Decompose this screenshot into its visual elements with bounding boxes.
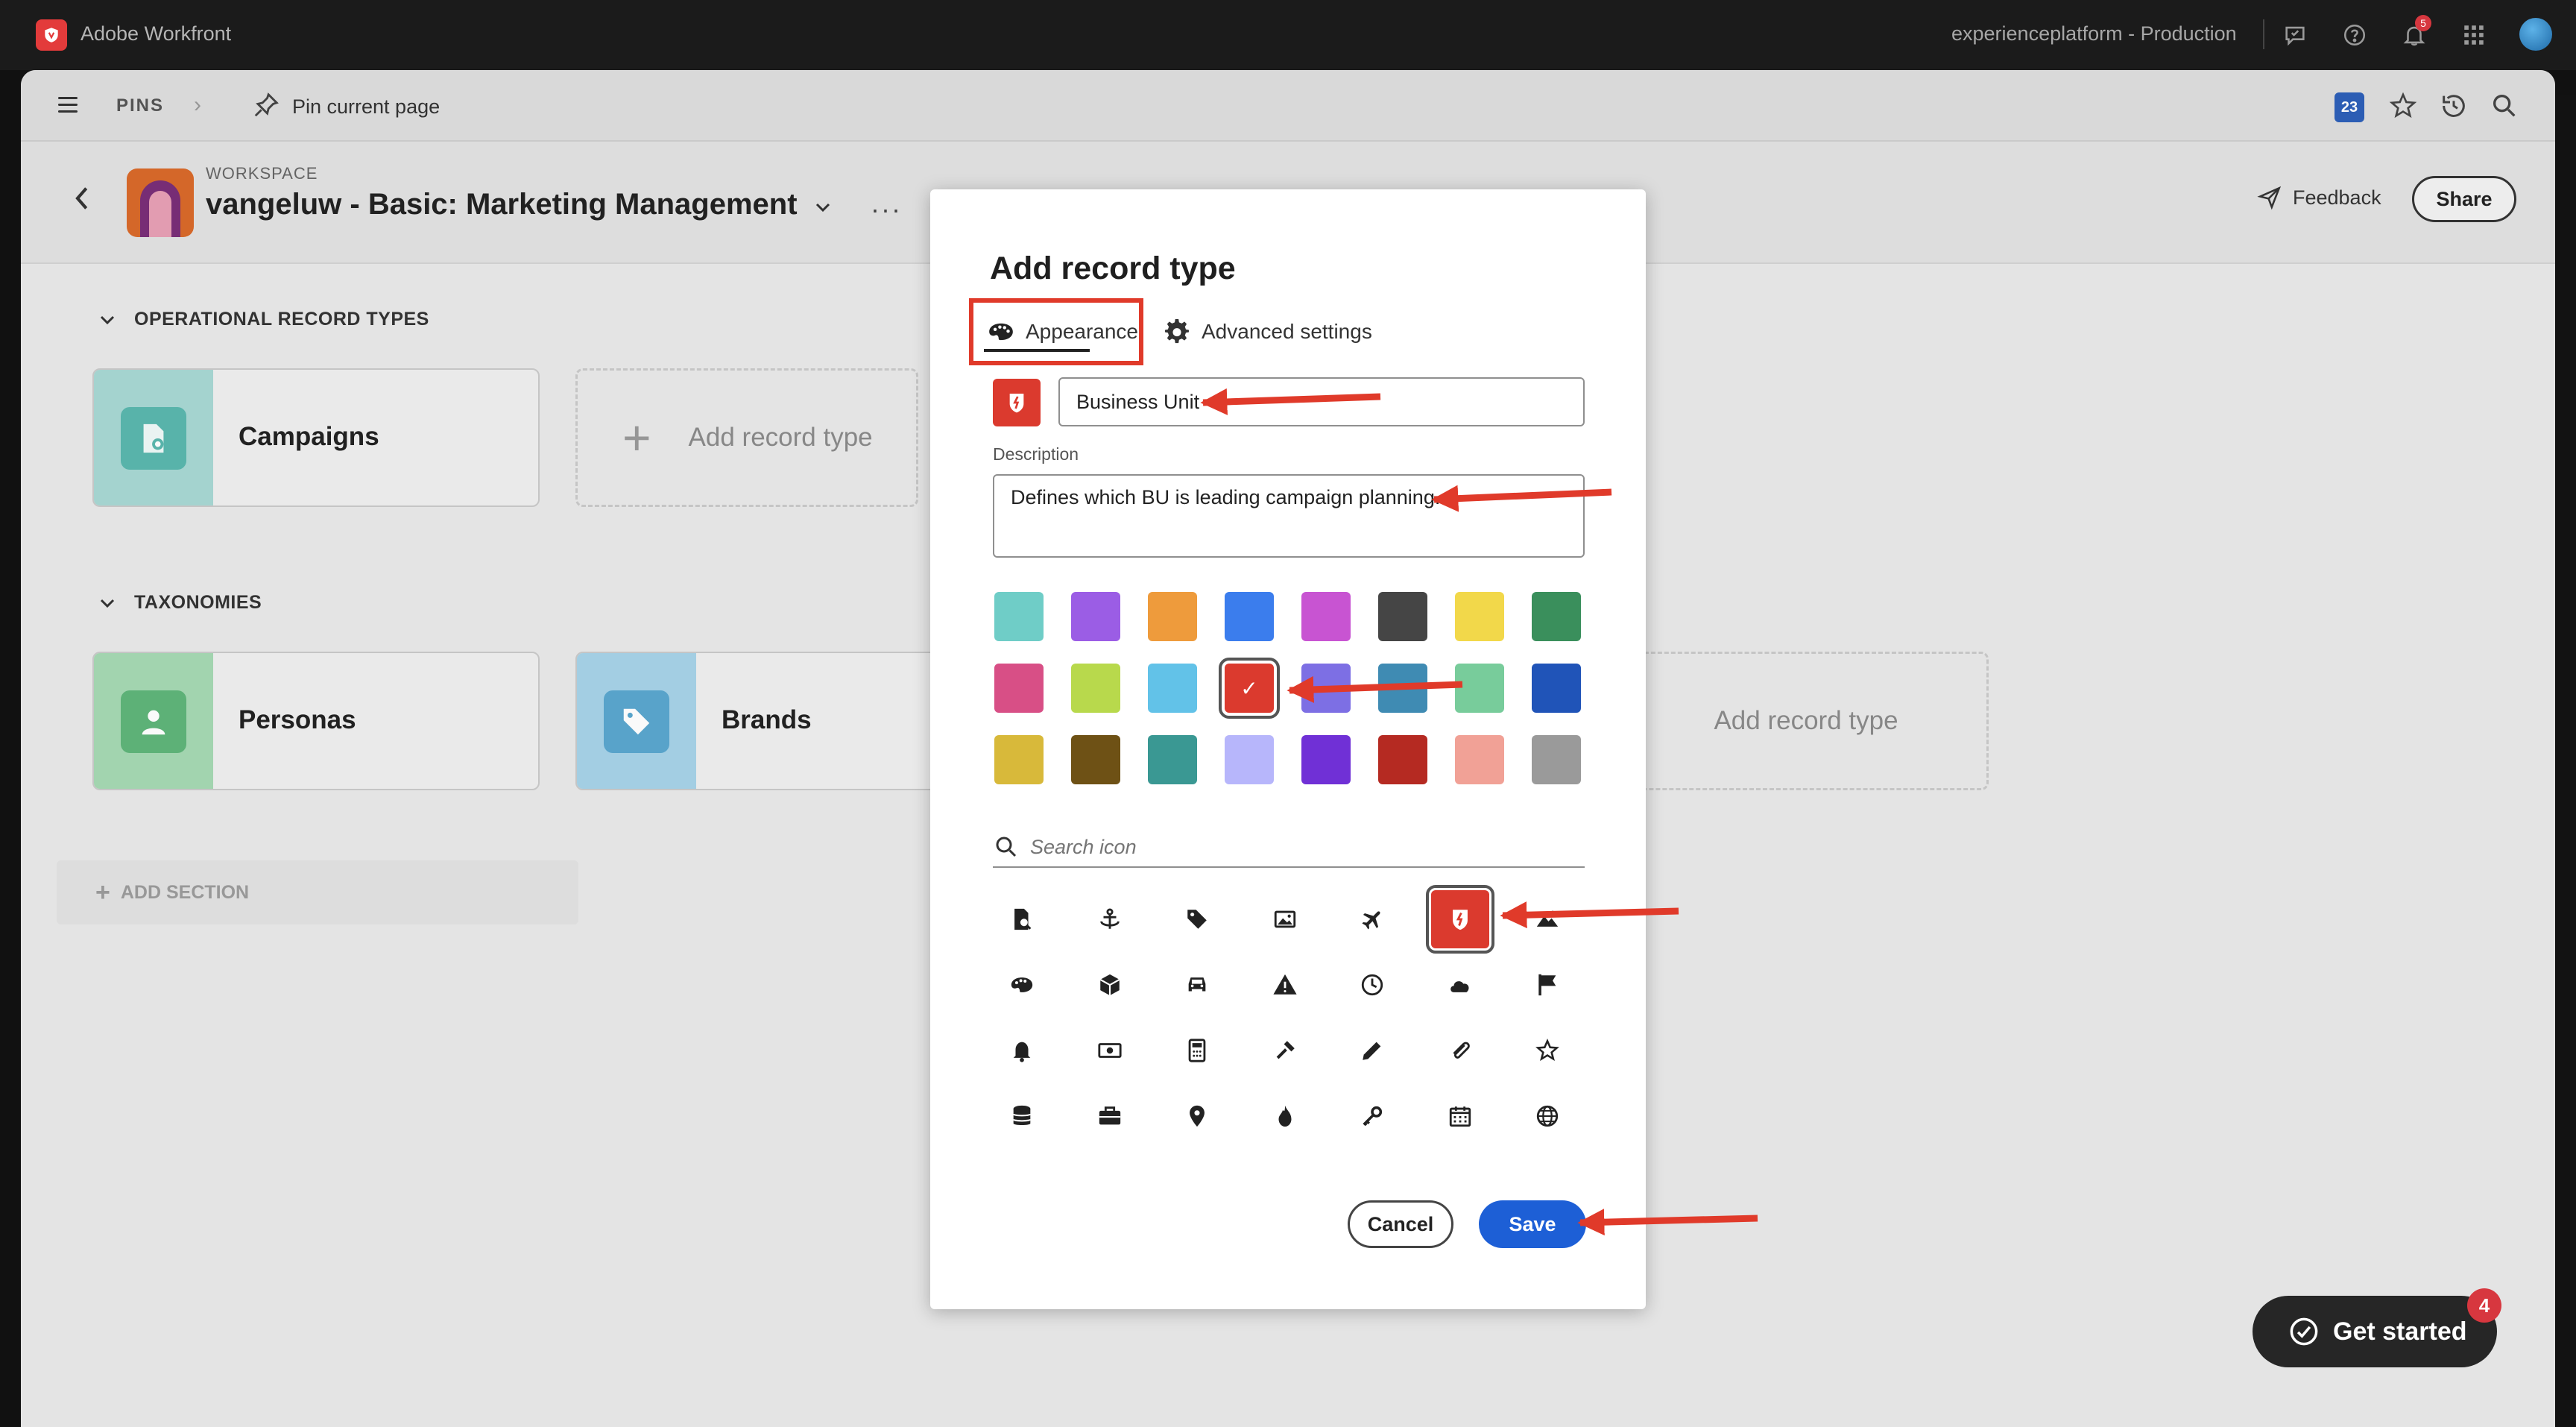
color-swatch[interactable] [1148, 592, 1197, 641]
box-icon[interactable] [1081, 956, 1139, 1014]
color-swatch[interactable] [994, 735, 1044, 784]
landscape-icon[interactable] [1518, 890, 1576, 948]
color-swatch[interactable] [1532, 735, 1581, 784]
color-swatch[interactable] [1455, 592, 1504, 641]
color-swatch[interactable] [1532, 592, 1581, 641]
help-icon[interactable] [2337, 18, 2372, 52]
warning-icon[interactable] [1256, 956, 1314, 1014]
color-swatch[interactable] [1225, 592, 1274, 641]
search-icon [996, 837, 1017, 857]
bell-icon[interactable] [993, 1021, 1051, 1080]
calendar-icon[interactable] [1431, 1087, 1489, 1145]
color-swatch[interactable] [1148, 735, 1197, 784]
location-pin-icon[interactable] [1168, 1087, 1226, 1145]
database-icon[interactable] [993, 1087, 1051, 1145]
shield-icon[interactable] [1425, 885, 1494, 954]
flag-icon[interactable] [1518, 956, 1576, 1014]
palette-icon[interactable] [993, 956, 1051, 1014]
color-swatch[interactable] [1455, 664, 1504, 713]
gear-icon [1164, 319, 1189, 344]
cloud-icon[interactable] [1431, 956, 1489, 1014]
color-swatch[interactable] [1225, 735, 1274, 784]
paperclip-icon[interactable] [1431, 1021, 1489, 1080]
get-started-label: Get started [2333, 1317, 2467, 1346]
selected-icon-preview[interactable] [993, 379, 1041, 426]
description-textarea[interactable]: Defines which BU is leading campaign pla… [993, 474, 1585, 558]
color-swatch[interactable] [1148, 664, 1197, 713]
color-swatch[interactable] [1532, 664, 1581, 713]
star-icon[interactable] [1518, 1021, 1576, 1080]
key-icon[interactable] [1343, 1087, 1401, 1145]
color-swatch[interactable] [1301, 664, 1351, 713]
color-swatch[interactable] [1071, 592, 1120, 641]
divider [2263, 19, 2264, 49]
image-icon[interactable] [1256, 890, 1314, 948]
add-record-type-dialog: Add record type Appearance Advanced sett… [930, 189, 1646, 1309]
tab-label: Advanced settings [1202, 320, 1372, 343]
anchor-icon[interactable] [1081, 890, 1139, 948]
money-icon[interactable] [1081, 1021, 1139, 1080]
get-started-button[interactable]: Get started [2253, 1296, 2497, 1367]
color-swatch[interactable] [1071, 735, 1120, 784]
app-name: Adobe Workfront [80, 22, 232, 45]
record-type-name-input[interactable] [1058, 377, 1585, 426]
color-swatch[interactable] [994, 592, 1044, 641]
checkmark-icon: ✓ [1240, 676, 1258, 700]
color-swatch[interactable] [1378, 592, 1427, 641]
workfront-logo-icon[interactable] [36, 19, 67, 51]
color-swatch[interactable] [1301, 592, 1351, 641]
color-swatch[interactable] [1301, 735, 1351, 784]
annotation-highlight-box [969, 298, 1143, 365]
document-search-icon[interactable] [993, 890, 1051, 948]
cancel-button[interactable]: Cancel [1348, 1200, 1453, 1248]
description-label: Description [993, 444, 1079, 464]
hammer-icon[interactable] [1256, 1021, 1314, 1080]
color-swatch[interactable] [1455, 735, 1504, 784]
checkmark-circle-icon [2290, 1317, 2318, 1346]
app-switcher-grid-icon[interactable] [2457, 18, 2491, 52]
color-swatch[interactable] [994, 664, 1044, 713]
save-button[interactable]: Save [1479, 1200, 1586, 1248]
get-started-badge: 4 [2467, 1288, 2501, 1323]
pencil-icon[interactable] [1343, 1021, 1401, 1080]
dialog-title: Add record type [990, 251, 1236, 286]
tab-advanced-settings[interactable]: Advanced settings [1163, 313, 1372, 350]
icon-search-field[interactable] [993, 826, 1585, 868]
color-swatch[interactable] [1378, 664, 1427, 713]
chat-icon[interactable] [2278, 18, 2312, 52]
calculator-icon[interactable] [1168, 1021, 1226, 1080]
car-icon[interactable] [1168, 956, 1226, 1014]
user-avatar[interactable] [2519, 18, 2552, 51]
clock-icon[interactable] [1343, 956, 1401, 1014]
app-bar: Adobe Workfront experienceplatform - Pro… [0, 0, 2576, 70]
globe-icon[interactable] [1518, 1087, 1576, 1145]
briefcase-icon[interactable] [1081, 1087, 1139, 1145]
flame-icon[interactable] [1256, 1087, 1314, 1145]
notification-count-badge: 5 [2415, 15, 2431, 31]
color-swatch[interactable] [1378, 735, 1427, 784]
color-swatch[interactable] [1071, 664, 1120, 713]
environment-name[interactable]: experienceplatform - Production [1951, 22, 2237, 45]
color-swatch[interactable]: ✓ [1219, 658, 1280, 719]
icon-search-input[interactable] [1030, 831, 1552, 863]
airplane-icon[interactable] [1343, 890, 1401, 948]
tag-icon[interactable] [1168, 890, 1226, 948]
